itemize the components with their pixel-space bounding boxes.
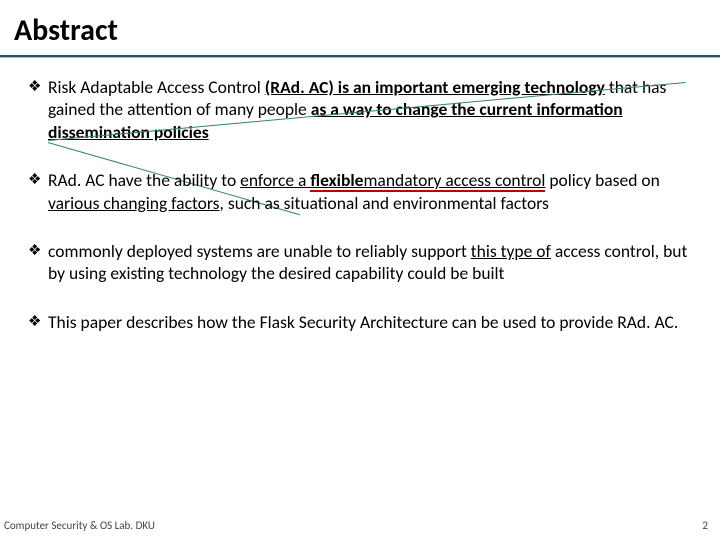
diamond-bullet-icon: ❖ (28, 76, 48, 143)
text-plain: , such as situational and environmental … (220, 192, 549, 214)
bullet-text: commonly deployed systems are unable to … (48, 240, 692, 285)
page-number: 2 (702, 519, 708, 532)
title-rule-light (0, 57, 720, 58)
text-plain: policy based on (545, 169, 659, 191)
text-underline: various changing factors (48, 192, 220, 214)
footer-left: Computer Security & OS Lab. DKU (4, 519, 155, 532)
text-plain: commonly deployed systems are unable to … (48, 240, 471, 262)
text-underline: enforce a (240, 169, 310, 191)
bullet-text: This paper describes how the Flask Secur… (48, 311, 692, 333)
list-item: ❖ RAd. AC have the ability to enforce a … (28, 169, 692, 214)
text-plain: This paper describes how the Flask Secur… (48, 311, 678, 333)
text-plain: Risk Adaptable Access Control (48, 76, 265, 98)
list-item: ❖ This paper describes how the Flask Sec… (28, 311, 692, 333)
diamond-bullet-icon: ❖ (28, 240, 48, 285)
text-underline: this type of (471, 240, 551, 262)
bullet-text: RAd. AC have the ability to enforce a fl… (48, 169, 692, 214)
content-area: ❖ Risk Adaptable Access Control (RAd. AC… (0, 60, 720, 333)
text-flexible-emph: flexible (310, 172, 363, 192)
list-item: ❖ Risk Adaptable Access Control (RAd. AC… (28, 76, 692, 143)
diamond-bullet-icon: ❖ (28, 311, 48, 333)
footer: Computer Security & OS Lab. DKU 2 (4, 519, 708, 532)
list-item: ❖ commonly deployed systems are unable t… (28, 240, 692, 285)
text-plain: RAd. AC have the ability to (48, 169, 240, 191)
slide-title: Abstract (0, 0, 720, 55)
text-underline-red: mandatory access control (363, 172, 545, 192)
diamond-bullet-icon: ❖ (28, 169, 48, 214)
bullet-text: Risk Adaptable Access Control (RAd. AC) … (48, 76, 692, 143)
